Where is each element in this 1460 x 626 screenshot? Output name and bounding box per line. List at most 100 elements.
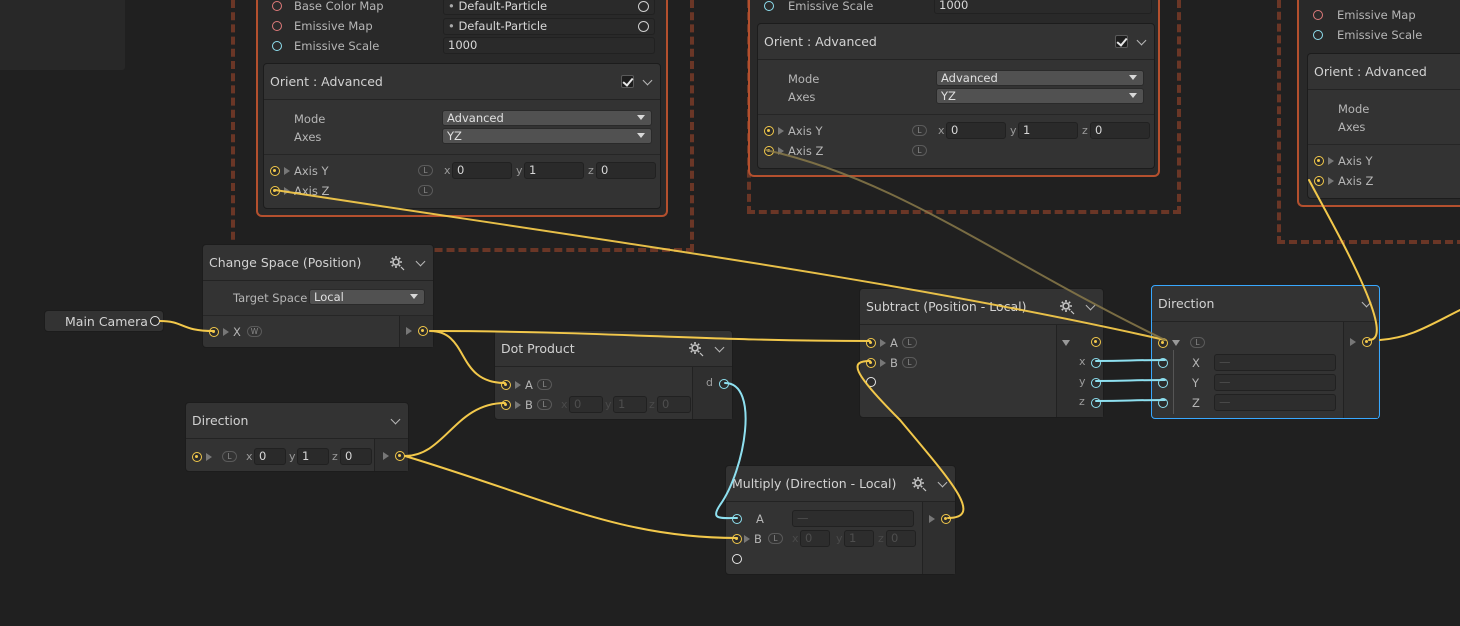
input-x-port[interactable]: [209, 327, 219, 337]
activation-port[interactable]: [866, 377, 876, 387]
axis-z-port[interactable]: [764, 146, 774, 156]
expand-arrow-icon[interactable]: [744, 535, 750, 543]
orient-block-header[interactable]: Orient : Advanced: [264, 64, 660, 100]
emissive-scale-port[interactable]: [272, 41, 282, 51]
input-b-port[interactable]: [732, 534, 742, 544]
direction-y-field[interactable]: 1: [297, 448, 329, 465]
axis-y-y-field[interactable]: 1: [524, 162, 584, 179]
multiply-header[interactable]: Multiply (Direction - Local): [726, 466, 955, 502]
gear-icon[interactable]: [389, 255, 405, 271]
space-badge-icon[interactable]: L: [418, 185, 433, 196]
direction-left-header[interactable]: Direction: [186, 403, 408, 439]
axis-y-x-field[interactable]: 0: [452, 162, 512, 179]
emissive-map-port[interactable]: [272, 21, 282, 31]
change-space-node[interactable]: Change Space (Position) Target Space Loc…: [202, 244, 434, 348]
b-z-field[interactable]: 0: [657, 396, 691, 413]
space-badge-icon[interactable]: L: [222, 451, 237, 462]
space-badge-icon[interactable]: L: [768, 533, 783, 544]
expand-arrow-icon[interactable]: [1350, 338, 1356, 346]
expand-arrow-icon[interactable]: [284, 167, 290, 175]
chevron-down-icon[interactable]: [390, 415, 402, 427]
expand-arrow-icon[interactable]: [880, 339, 886, 347]
b-x-field[interactable]: 0: [569, 396, 603, 413]
orient-advanced-block[interactable]: Orient : Advanced Mode Advanced Axes YZ …: [757, 23, 1155, 169]
target-space-dropdown[interactable]: Local: [309, 289, 425, 305]
b-y-field[interactable]: 1: [844, 530, 874, 547]
expand-arrow-icon[interactable]: [515, 401, 521, 409]
collapse-arrow-icon[interactable]: [1062, 340, 1070, 346]
input-b-port[interactable]: [501, 400, 511, 410]
emissive-map-field[interactable]: • Default-Particle: [443, 18, 655, 35]
chevron-down-icon[interactable]: [415, 257, 427, 269]
direction-right-output-port[interactable]: [1362, 337, 1372, 347]
emissive-scale-port[interactable]: [764, 1, 774, 11]
direction-y-port[interactable]: [1158, 378, 1168, 388]
expand-arrow-icon[interactable]: [929, 515, 935, 523]
emissive-scale-field[interactable]: 1000: [934, 0, 1152, 14]
graph-canvas[interactable]: Base Color Map • Default-Particle Emissi…: [0, 0, 1460, 626]
axis-y-port[interactable]: [270, 166, 280, 176]
multiply-node[interactable]: Multiply (Direction - Local) A — B L x 0…: [725, 465, 956, 575]
direction-z-port[interactable]: [1158, 398, 1168, 408]
context-left[interactable]: Base Color Map • Default-Particle Emissi…: [256, 0, 668, 217]
collapse-arrow-icon[interactable]: [1172, 340, 1180, 346]
input-a-field[interactable]: —: [792, 510, 914, 527]
subtract-output-x-port[interactable]: [1091, 358, 1101, 368]
direction-left-node[interactable]: Direction L x 0 y 1 z 0: [185, 402, 409, 472]
direction-right-header[interactable]: Direction: [1152, 286, 1379, 322]
subtract-header[interactable]: Subtract (Position - Local): [860, 289, 1103, 325]
axis-z-port[interactable]: [270, 186, 280, 196]
activation-port[interactable]: [732, 554, 742, 564]
orient-advanced-block[interactable]: Orient : Advanced Mode Axes Axis Y Axis …: [1307, 53, 1460, 199]
axis-y-z-field[interactable]: 0: [1090, 122, 1150, 139]
axis-z-port[interactable]: [1314, 176, 1324, 186]
expand-arrow-icon[interactable]: [778, 127, 784, 135]
chevron-down-icon[interactable]: [937, 478, 949, 490]
dot-product-node[interactable]: Dot Product d A L B L x 0 y 1 z 0: [494, 330, 733, 420]
direction-z-field[interactable]: —: [1214, 394, 1336, 411]
space-badge-icon[interactable]: L: [1190, 337, 1205, 348]
axis-y-y-field[interactable]: 1: [1018, 122, 1078, 139]
b-z-field[interactable]: 0: [886, 530, 916, 547]
orient-block-header[interactable]: Orient : Advanced: [1308, 54, 1460, 90]
expand-arrow-icon[interactable]: [284, 187, 290, 195]
space-badge-icon[interactable]: L: [537, 399, 552, 410]
gear-icon[interactable]: [688, 341, 704, 357]
expand-arrow-icon[interactable]: [223, 328, 229, 336]
direction-x-field[interactable]: 0: [254, 448, 286, 465]
emissive-scale-port[interactable]: [1313, 30, 1323, 40]
axis-y-z-field[interactable]: 0: [596, 162, 656, 179]
axes-dropdown[interactable]: YZ: [442, 128, 652, 144]
dot-product-header[interactable]: Dot Product: [495, 331, 732, 367]
direction-input-port[interactable]: [1158, 338, 1168, 348]
axis-y-port[interactable]: [764, 126, 774, 136]
direction-x-port[interactable]: [1158, 358, 1168, 368]
space-badge-icon[interactable]: W: [247, 326, 262, 337]
space-badge-icon[interactable]: L: [912, 145, 927, 156]
expand-arrow-icon[interactable]: [383, 452, 389, 460]
chevron-down-icon[interactable]: [1361, 298, 1373, 310]
axis-y-x-field[interactable]: 0: [946, 122, 1006, 139]
block-enabled-checkbox[interactable]: [1115, 35, 1128, 48]
main-camera-output-port[interactable]: [150, 316, 160, 326]
chevron-down-icon[interactable]: [642, 76, 654, 88]
object-picker-icon[interactable]: [638, 1, 649, 12]
space-badge-icon[interactable]: L: [418, 165, 433, 176]
change-space-header[interactable]: Change Space (Position): [203, 245, 433, 281]
direction-x-field[interactable]: —: [1214, 354, 1336, 371]
dot-product-output-port[interactable]: [719, 379, 729, 389]
orient-advanced-block[interactable]: Orient : Advanced Mode Advanced Axes YZ …: [263, 63, 661, 209]
gear-icon[interactable]: [1059, 299, 1075, 315]
emissive-scale-field[interactable]: 1000: [443, 37, 655, 54]
direction-input-port[interactable]: [192, 452, 202, 462]
b-x-field[interactable]: 0: [800, 530, 830, 547]
expand-arrow-icon[interactable]: [880, 359, 886, 367]
expand-arrow-icon[interactable]: [778, 147, 784, 155]
axes-dropdown[interactable]: YZ: [936, 88, 1144, 104]
base-color-map-field[interactable]: • Default-Particle: [443, 0, 655, 15]
axis-y-port[interactable]: [1314, 156, 1324, 166]
expand-arrow-icon[interactable]: [1328, 157, 1334, 165]
expand-arrow-icon[interactable]: [515, 381, 521, 389]
subtract-output-port[interactable]: [1091, 337, 1101, 347]
space-badge-icon[interactable]: L: [537, 379, 552, 390]
